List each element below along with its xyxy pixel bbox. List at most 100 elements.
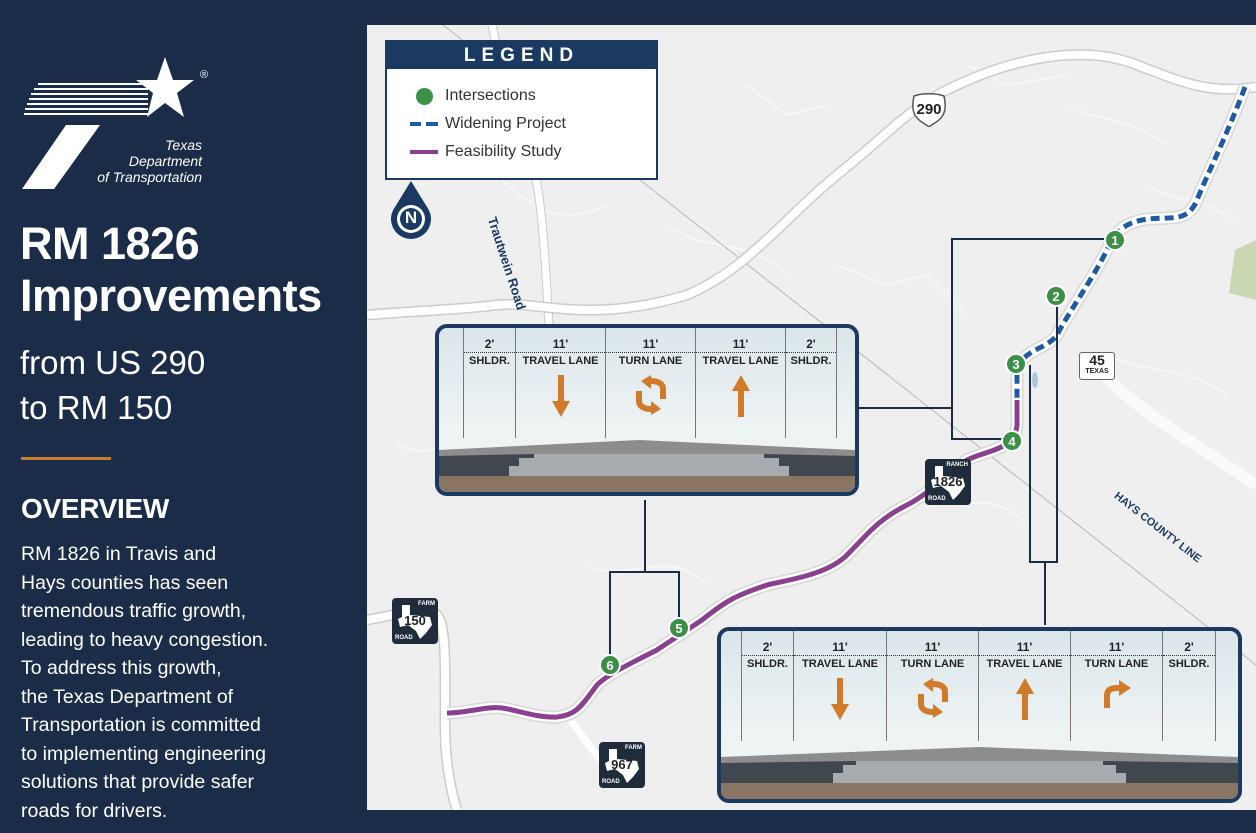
lane-name: SHLDR. — [469, 355, 510, 367]
intersection-6[interactable]: 6 — [599, 654, 621, 676]
us290-shield: 290 — [910, 91, 948, 129]
intersection-5[interactable]: 5 — [668, 617, 690, 639]
lane-travel: 11' TRAVEL LANE — [695, 328, 785, 438]
fm967-number: 967 — [611, 757, 633, 772]
arrow-up-icon — [1015, 678, 1034, 720]
overview-text: RM 1826 in Travis and Hays counties has … — [21, 540, 351, 825]
legend-label: Intersections — [445, 87, 536, 104]
shield-bottom-text: ROAD — [928, 496, 946, 502]
lane-width: 11' — [887, 641, 978, 656]
lane-width: 11' — [794, 641, 886, 656]
tx45-state: TEXAS — [1085, 368, 1109, 375]
fm150-number: 150 — [404, 613, 426, 628]
overview-line: to implementing engineering — [21, 742, 266, 765]
tx45-shield: 45 TEXAS — [1079, 352, 1115, 380]
north-label: N — [404, 208, 418, 227]
project-map[interactable]: LEGEND Intersections Widening Project Fe… — [367, 25, 1256, 810]
rm1826-shield: RANCH 1826 ROAD — [925, 459, 971, 505]
two-way-turn-icon — [917, 678, 948, 718]
logo-line: Department — [128, 153, 202, 169]
park-area — [1229, 240, 1256, 300]
purple-line-icon — [410, 150, 438, 154]
lane-width: 11' — [979, 641, 1070, 656]
legend: LEGEND Intersections Widening Project Fe… — [385, 40, 658, 180]
green-dot-icon — [415, 87, 433, 105]
lane-name: TURN LANE — [618, 355, 683, 367]
page-title: RM 1826 Improvements — [20, 218, 322, 322]
title-line: RM 1826 — [20, 218, 200, 269]
cross-section-four-lane: 2' SHLDR. 11' TRAVEL LANE 11' TURN LANE … — [717, 627, 1242, 803]
lane-shoulder: 2' SHLDR. — [785, 328, 837, 438]
lane-name: TRAVEL LANE — [522, 355, 599, 367]
lane-row: 2' SHLDR. 11' TRAVEL LANE 11' TURN LANE … — [439, 328, 855, 438]
subtitle-line: from US 290 — [20, 344, 206, 381]
rm1826-number: 1826 — [933, 474, 963, 489]
road-profile — [721, 747, 1238, 799]
arrow-down-icon — [551, 375, 570, 417]
lane-turn: 11' TURN LANE — [605, 328, 695, 438]
lane-width: 2' — [464, 338, 515, 353]
title-line: Improvements — [20, 270, 322, 321]
legend-label: Widening Project — [445, 115, 566, 132]
lane-width: 2' — [786, 338, 836, 353]
overview-line: Transportation is committed — [21, 714, 261, 736]
overview-line: tremendous traffic growth, — [21, 600, 247, 622]
overview-line: solutions that provide safer — [21, 771, 255, 793]
overview-line: leading to heavy congestion. — [21, 628, 269, 651]
blue-dashed-line-icon — [410, 122, 438, 126]
water-feature — [1032, 372, 1038, 388]
lane-shoulder: 2' SHLDR. — [463, 328, 515, 438]
intersection-3[interactable]: 3 — [1005, 353, 1027, 375]
shield-top-text: FARM — [418, 601, 435, 607]
lane-travel: 11' TRAVEL LANE — [793, 631, 886, 741]
lane-shoulder: 2' SHLDR. — [1162, 631, 1216, 741]
lane-turn: 11' TURN LANE — [1070, 631, 1162, 741]
overview-heading: OVERVIEW — [21, 493, 170, 524]
shield-top-text: FARM — [625, 745, 642, 751]
lane-width: 11' — [516, 338, 605, 353]
lane-width: 11' — [606, 338, 695, 353]
arrow-up-icon — [731, 375, 750, 417]
fm967-shield: FARM 967 ROAD — [599, 742, 645, 788]
logo-line: of Transportation — [97, 169, 202, 185]
two-way-turn-icon — [635, 375, 666, 415]
shield-bottom-text: ROAD — [395, 635, 413, 641]
lane-name: TURN LANE — [900, 658, 965, 670]
overview-line: roads for drivers. — [21, 799, 168, 822]
divider — [21, 457, 111, 460]
right-turn-arrow-icon — [1103, 680, 1131, 708]
legend-label: Feasibility Study — [445, 143, 562, 160]
shield-top-text: RANCH — [946, 462, 968, 468]
lane-travel: 11' TRAVEL LANE — [515, 328, 605, 438]
overview-line: Hays counties has seen — [21, 571, 229, 594]
txdot-logo: ® Texas Department of Transportation — [22, 55, 222, 195]
lane-width: 2' — [1163, 641, 1215, 656]
page-subtitle: from US 290 to RM 150 — [20, 340, 205, 430]
legend-title: LEGEND — [387, 42, 656, 69]
widening-project-line[interactable] — [1014, 86, 1248, 400]
legend-item-widening: Widening Project — [387, 115, 566, 133]
overview-line: the Texas Department of — [21, 685, 234, 708]
lane-name: SHLDR. — [790, 355, 832, 367]
logo-line: Texas — [165, 137, 202, 153]
intersection-2[interactable]: 2 — [1045, 285, 1067, 307]
intersection-4[interactable]: 4 — [1001, 430, 1023, 452]
cross-section-three-lane: 2' SHLDR. 11' TRAVEL LANE 11' TURN LANE … — [435, 324, 859, 496]
lane-name: SHLDR. — [747, 658, 788, 670]
lane-name: TRAVEL LANE — [802, 658, 878, 670]
legend-item-intersections: Intersections — [387, 87, 536, 105]
lane-name: SHLDR. — [1168, 658, 1210, 670]
lane-name: TRAVEL LANE — [702, 355, 779, 367]
logo-text: Texas Department of Transportation — [92, 137, 202, 185]
intersection-1[interactable]: 1 — [1104, 229, 1126, 251]
shield-bottom-text: ROAD — [602, 779, 620, 785]
overview-line: To address this growth, — [21, 657, 222, 679]
arrow-down-icon — [831, 678, 849, 720]
lane-travel: 11' TRAVEL LANE — [978, 631, 1070, 741]
fm150-shield: FARM 150 ROAD — [392, 598, 438, 644]
legend-item-feasibility: Feasibility Study — [387, 143, 562, 161]
tx45-number: 45 — [1089, 352, 1105, 368]
north-arrow: N — [389, 177, 433, 247]
lane-width: 2' — [742, 641, 793, 656]
road-profile — [439, 440, 855, 492]
